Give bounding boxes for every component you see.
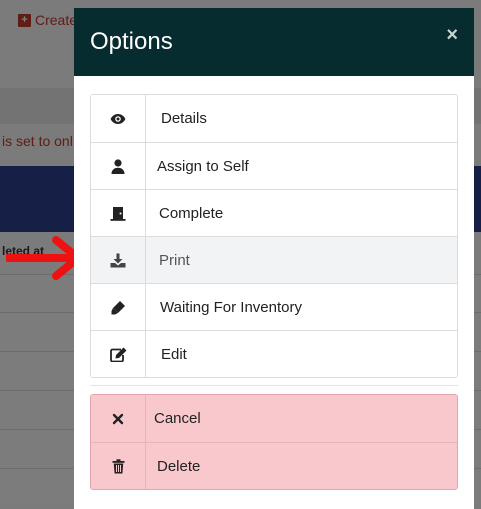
option-label: Print <box>159 251 190 269</box>
eye-icon <box>91 95 146 142</box>
option-details[interactable]: Details <box>91 95 457 142</box>
option-label: Assign to Self <box>157 157 249 175</box>
option-label: Cancel <box>154 410 201 427</box>
edit-icon <box>91 331 146 377</box>
option-waiting-for-inventory[interactable]: Waiting For Inventory <box>91 283 457 330</box>
option-label: Details <box>161 110 207 127</box>
danger-options-list: Cancel Delete <box>90 394 458 490</box>
option-label: Edit <box>161 345 187 363</box>
trash-icon <box>91 443 146 489</box>
option-label: Complete <box>159 204 224 222</box>
option-label: Delete <box>157 457 201 475</box>
close-icon <box>91 395 146 442</box>
options-list: Details Assign to Self Complete Print Wa… <box>90 94 458 378</box>
option-complete[interactable]: Complete <box>91 189 457 236</box>
divider <box>90 385 458 386</box>
modal-title: Options <box>90 28 173 55</box>
option-edit[interactable]: Edit <box>91 330 457 377</box>
option-print[interactable]: Print <box>91 236 457 283</box>
option-assign-to-self[interactable]: Assign to Self <box>91 142 457 189</box>
modal-header: Options × <box>74 8 474 76</box>
close-icon[interactable]: × <box>446 24 458 47</box>
option-delete[interactable]: Delete <box>91 442 457 489</box>
options-modal: Options × Details Assign to Self Complet… <box>74 8 474 509</box>
door-icon <box>91 190 146 236</box>
marker-icon <box>91 284 146 330</box>
option-cancel[interactable]: Cancel <box>91 395 457 442</box>
download-icon <box>91 237 146 283</box>
option-label: Waiting For Inventory <box>160 298 302 316</box>
user-icon <box>91 143 146 189</box>
